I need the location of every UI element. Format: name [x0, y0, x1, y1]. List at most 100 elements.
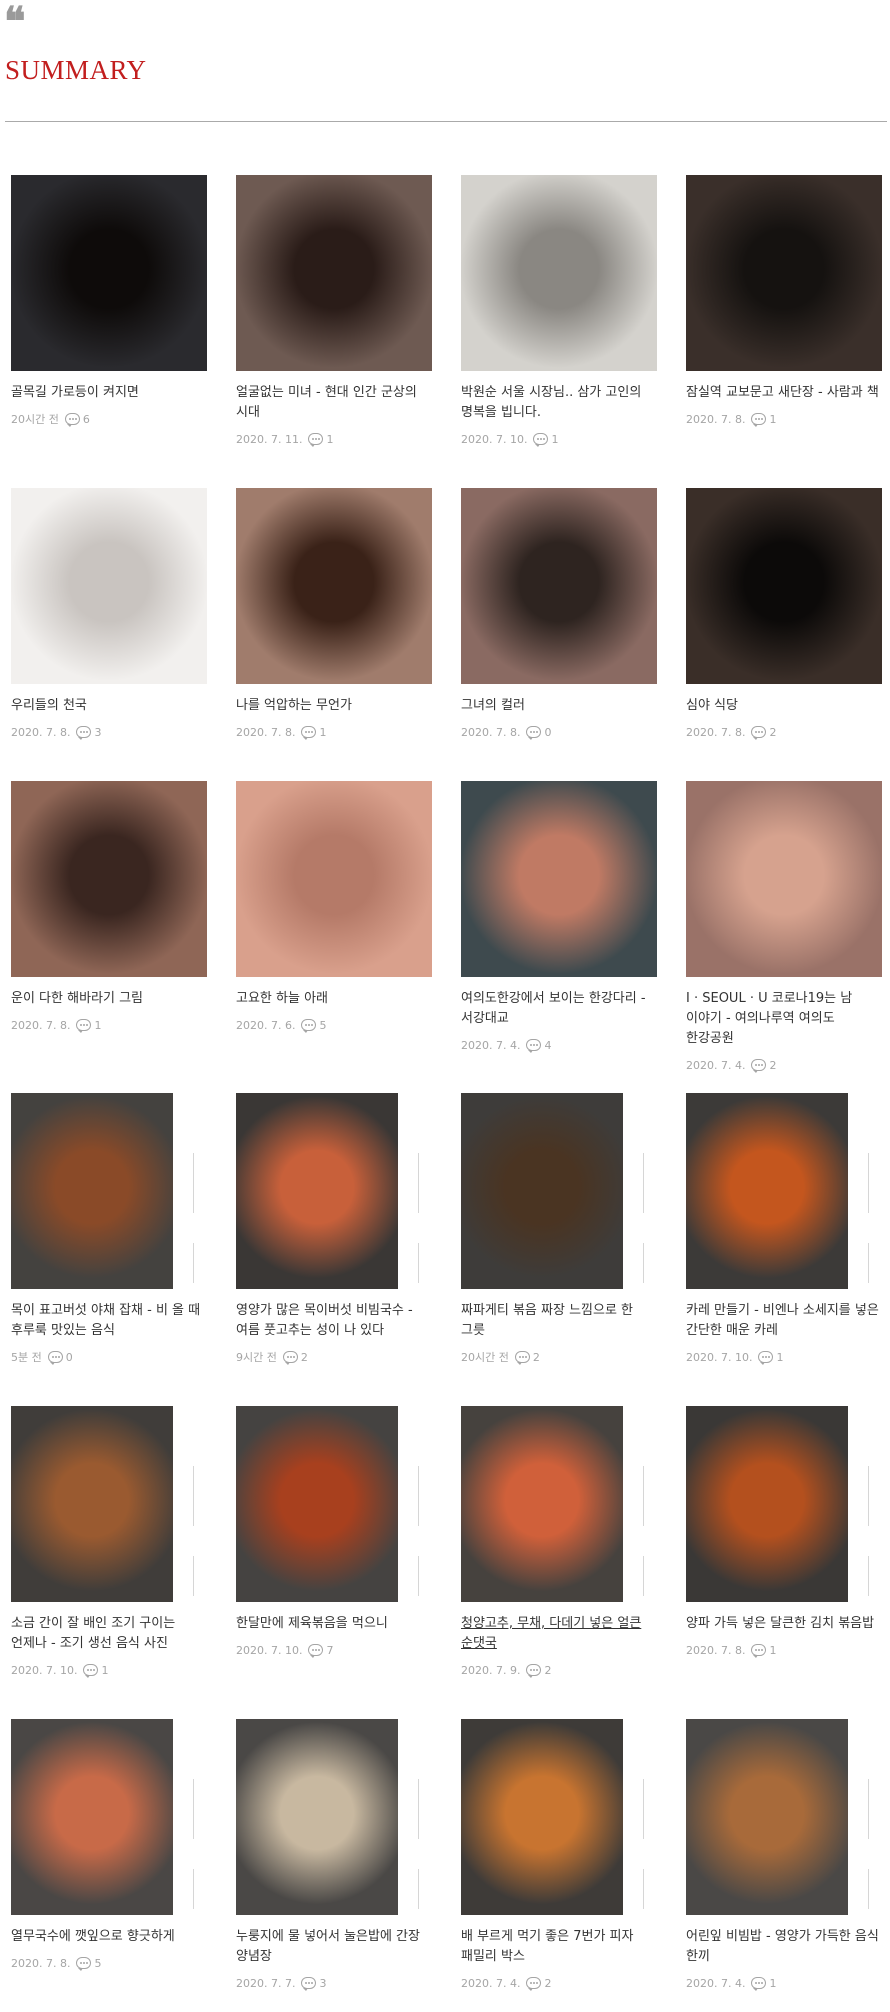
post-card[interactable]: 열무국수에 깻잎으로 향긋하게 2020. 7. 8. 5: [11, 1719, 211, 1971]
post-card[interactable]: 여의도한강에서 보이는 한강다리 - 서강대교 2020. 7. 4. 4: [461, 781, 661, 1053]
comment-count[interactable]: 2: [526, 1977, 551, 1991]
post-thumbnail[interactable]: [686, 1093, 848, 1289]
post-title[interactable]: 골목길 가로등이 켜지면: [11, 383, 207, 403]
post-card[interactable]: 어린잎 비빔밥 - 영양가 가득한 음식 한끼 2020. 7. 4. 1: [686, 1719, 886, 1991]
post-title[interactable]: 소금 간이 잘 배인 조기 구이는 언제나 - 조기 생선 음식 사진: [11, 1614, 207, 1654]
post-meta: 2020. 7. 10. 1: [686, 1349, 886, 1365]
comment-count[interactable]: 1: [76, 1019, 101, 1033]
post-card[interactable]: 한달만에 제육볶음을 먹으니 2020. 7. 10. 7: [236, 1406, 436, 1658]
post-title[interactable]: 청양고추, 무채, 다데기 넣은 얼큰 순댓국: [461, 1614, 657, 1654]
comment-count[interactable]: 1: [83, 1664, 108, 1678]
comment-count[interactable]: 7: [308, 1644, 333, 1658]
post-title[interactable]: 배 부르게 먹기 좋은 7번가 피자 패밀리 박스: [461, 1927, 657, 1967]
comment-count[interactable]: 0: [47, 1351, 73, 1365]
post-card[interactable]: 얼굴없는 미녀 - 현대 인간 군상의 시대 2020. 7. 11. 1: [236, 175, 436, 447]
post-card[interactable]: 골목길 가로등이 켜지면 20시간 전 6: [11, 175, 211, 427]
comment-count[interactable]: 1: [751, 1977, 776, 1991]
post-thumbnail[interactable]: [686, 488, 882, 684]
post-card[interactable]: 배 부르게 먹기 좋은 7번가 피자 패밀리 박스 2020. 7. 4. 2: [461, 1719, 661, 1991]
post-thumbnail[interactable]: [11, 488, 207, 684]
post-thumbnail[interactable]: [236, 1093, 398, 1289]
post-title[interactable]: I · SEOUL · U 코로나19는 남 이야기 - 여의나루역 여의도 한…: [686, 989, 882, 1049]
comment-count[interactable]: 5: [301, 1019, 326, 1033]
post-thumbnail[interactable]: [461, 488, 657, 684]
post-title[interactable]: 영양가 많은 목이버섯 비빔국수 - 여름 풋고추는 성이 나 있다: [236, 1301, 432, 1341]
post-thumbnail[interactable]: [461, 175, 657, 371]
comment-count[interactable]: 1: [758, 1351, 783, 1365]
comment-count[interactable]: 3: [76, 726, 101, 740]
post-thumbnail[interactable]: [236, 1719, 398, 1915]
comment-count[interactable]: 6: [64, 413, 90, 427]
speech-bubble-icon: [758, 1351, 774, 1365]
post-thumbnail[interactable]: [686, 1406, 848, 1602]
comment-count[interactable]: 2: [751, 1059, 776, 1073]
post-thumbnail[interactable]: [11, 1406, 173, 1602]
post-title[interactable]: 한달만에 제육볶음을 먹으니: [236, 1614, 432, 1634]
post-title[interactable]: 얼굴없는 미녀 - 현대 인간 군상의 시대: [236, 383, 432, 423]
post-thumbnail[interactable]: [686, 175, 882, 371]
post-title[interactable]: 카레 만들기 - 비엔나 소세지를 넣은 간단한 매운 카레: [686, 1301, 882, 1341]
post-card[interactable]: 그녀의 컬러 2020. 7. 8. 0: [461, 488, 661, 740]
post-title[interactable]: 심야 식당: [686, 696, 882, 716]
post-card[interactable]: 우리들의 천국 2020. 7. 8. 3: [11, 488, 211, 740]
post-card[interactable]: 양파 가득 넣은 달큰한 김치 볶음밥 2020. 7. 8. 1: [686, 1406, 886, 1658]
post-title[interactable]: 짜파게티 볶음 짜장 느낌으로 한 그릇: [461, 1301, 657, 1341]
post-card[interactable]: 나를 억압하는 무언가 2020. 7. 8. 1: [236, 488, 436, 740]
post-card[interactable]: 심야 식당 2020. 7. 8. 2: [686, 488, 886, 740]
comment-count[interactable]: 1: [301, 726, 326, 740]
comment-count[interactable]: 4: [526, 1039, 551, 1053]
post-card[interactable]: 소금 간이 잘 배인 조기 구이는 언제나 - 조기 생선 음식 사진 2020.…: [11, 1406, 211, 1678]
post-title[interactable]: 열무국수에 깻잎으로 향긋하게: [11, 1927, 207, 1947]
post-title[interactable]: 그녀의 컬러: [461, 696, 657, 716]
post-title[interactable]: 어린잎 비빔밥 - 영양가 가득한 음식 한끼: [686, 1927, 882, 1967]
comment-count[interactable]: 1: [751, 1644, 776, 1658]
post-title[interactable]: 박원순 서울 시장님.. 삼가 고인의 명복을 빕니다.: [461, 383, 657, 423]
post-title[interactable]: 운이 다한 해바라기 그림: [11, 989, 207, 1009]
post-thumbnail[interactable]: [11, 175, 207, 371]
comment-count[interactable]: 2: [751, 726, 776, 740]
post-thumbnail[interactable]: [236, 175, 432, 371]
post-card[interactable]: 누룽지에 물 넣어서 눌은밥에 간장 양념장 2020. 7. 7. 3: [236, 1719, 436, 1991]
post-title[interactable]: 나를 억압하는 무언가: [236, 696, 432, 716]
post-thumbnail[interactable]: [686, 781, 882, 977]
comment-count[interactable]: 3: [301, 1977, 326, 1991]
post-title[interactable]: 잠실역 교보문고 새단장 - 사람과 책: [686, 383, 882, 403]
post-title[interactable]: 누룽지에 물 넣어서 눌은밥에 간장 양념장: [236, 1927, 432, 1967]
post-title[interactable]: 양파 가득 넣은 달큰한 김치 볶음밥: [686, 1614, 882, 1634]
comment-count[interactable]: 1: [751, 413, 776, 427]
post-meta: 2020. 7. 9. 2: [461, 1662, 661, 1678]
post-thumbnail[interactable]: [461, 1093, 623, 1289]
post-card[interactable]: 박원순 서울 시장님.. 삼가 고인의 명복을 빕니다. 2020. 7. 10.…: [461, 175, 661, 447]
post-card[interactable]: 고요한 하늘 아래 2020. 7. 6. 5: [236, 781, 436, 1033]
post-thumbnail[interactable]: [461, 781, 657, 977]
post-thumbnail[interactable]: [11, 781, 207, 977]
post-thumbnail[interactable]: [236, 488, 432, 684]
comment-count[interactable]: 5: [76, 1957, 101, 1971]
post-card[interactable]: 목이 표고버섯 야채 잡채 - 비 올 때 후루룩 맛있는 음식 5분 전 0: [11, 1093, 211, 1365]
post-card[interactable]: 카레 만들기 - 비엔나 소세지를 넣은 간단한 매운 카레 2020. 7. 1…: [686, 1093, 886, 1365]
post-thumbnail[interactable]: [236, 781, 432, 977]
comment-count[interactable]: 0: [526, 726, 551, 740]
post-thumbnail[interactable]: [461, 1406, 623, 1602]
post-card[interactable]: 청양고추, 무채, 다데기 넣은 얼큰 순댓국 2020. 7. 9. 2: [461, 1406, 661, 1678]
post-title[interactable]: 목이 표고버섯 야채 잡채 - 비 올 때 후루룩 맛있는 음식: [11, 1301, 207, 1341]
post-title[interactable]: 고요한 하늘 아래: [236, 989, 432, 1009]
post-thumbnail[interactable]: [461, 1719, 623, 1915]
post-thumbnail[interactable]: [686, 1719, 848, 1915]
post-title[interactable]: 여의도한강에서 보이는 한강다리 - 서강대교: [461, 989, 657, 1029]
speech-bubble-icon: [751, 726, 767, 740]
post-thumbnail[interactable]: [11, 1719, 173, 1915]
comment-count[interactable]: 1: [308, 433, 333, 447]
comment-count[interactable]: 2: [514, 1351, 540, 1365]
post-card[interactable]: 잠실역 교보문고 새단장 - 사람과 책 2020. 7. 8. 1: [686, 175, 886, 427]
post-thumbnail[interactable]: [236, 1406, 398, 1602]
comment-count[interactable]: 2: [282, 1351, 308, 1365]
post-card[interactable]: 운이 다한 해바라기 그림 2020. 7. 8. 1: [11, 781, 211, 1033]
post-card[interactable]: I · SEOUL · U 코로나19는 남 이야기 - 여의나루역 여의도 한…: [686, 781, 886, 1073]
post-thumbnail[interactable]: [11, 1093, 173, 1289]
comment-count[interactable]: 2: [526, 1664, 551, 1678]
post-title[interactable]: 우리들의 천국: [11, 696, 207, 716]
comment-count[interactable]: 1: [533, 433, 558, 447]
post-card[interactable]: 영양가 많은 목이버섯 비빔국수 - 여름 풋고추는 성이 나 있다 9시간 전 2: [236, 1093, 436, 1365]
post-card[interactable]: 짜파게티 볶음 짜장 느낌으로 한 그릇 20시간 전 2: [461, 1093, 661, 1365]
